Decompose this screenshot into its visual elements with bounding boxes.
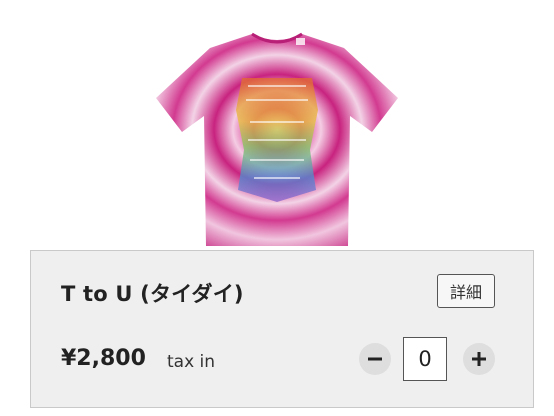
plus-icon — [472, 352, 486, 366]
price: ¥2,800 — [61, 346, 146, 371]
increase-quantity-button[interactable] — [463, 343, 495, 375]
quantity-field[interactable]: 0 — [403, 337, 447, 381]
tax-label: tax in — [167, 352, 216, 372]
minus-icon — [368, 357, 382, 361]
decrease-quantity-button[interactable] — [359, 343, 391, 375]
details-button[interactable]: 詳細 — [437, 274, 495, 308]
product-image — [150, 0, 404, 250]
product-title: T to U (タイダイ) — [61, 282, 244, 306]
product-card: T to U (タイダイ) 詳細 ¥2,800 tax in 0 — [30, 250, 534, 408]
